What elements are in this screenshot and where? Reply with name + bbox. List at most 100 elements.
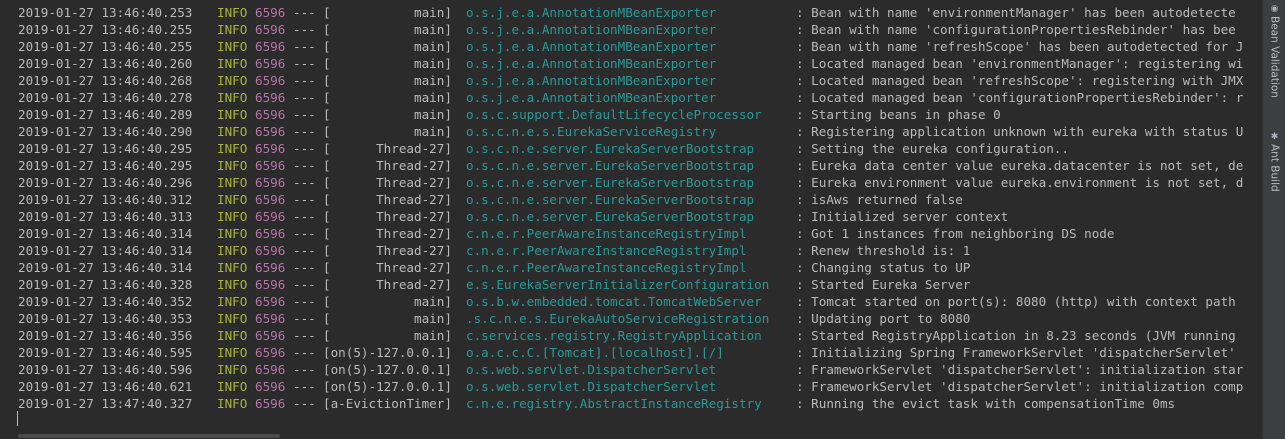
log-logger: c.n.e.r.PeerAwareInstanceRegistryImpl: [466, 243, 747, 258]
right-tool-window-bar: ◉ Bean Validation ✱ Ant Build: [1262, 0, 1285, 439]
tab-bean-validation[interactable]: ◉ Bean Validation: [1266, 4, 1283, 98]
log-thread: [ Thread-27]: [323, 243, 452, 258]
log-logger: o.s.web.servlet.DispatcherServlet: [466, 379, 717, 394]
log-pid: 6596: [255, 379, 286, 394]
log-separator: ---: [293, 226, 316, 241]
log-pid: 6596: [255, 260, 286, 275]
log-message: : Bean with name 'refreshScope' has been…: [796, 39, 1244, 54]
log-logger: o.s.c.support.DefaultLifecycleProcessor: [466, 107, 762, 122]
log-logger: c.n.e.registry.AbstractInstanceRegistry: [466, 396, 762, 411]
log-separator: ---: [293, 311, 316, 326]
log-message: : Registering application unknown with e…: [796, 124, 1244, 139]
log-timestamp: 2019-01-27 13:46:40.314: [18, 260, 193, 275]
log-message: : Starting beans in phase 0: [796, 107, 1001, 122]
log-level: INFO: [217, 260, 248, 275]
log-thread: [ Thread-27]: [323, 260, 452, 275]
horizontal-scrollbar[interactable]: [0, 431, 1262, 439]
log-message: : Eureka data center value eureka.datace…: [796, 158, 1244, 173]
log-level: INFO: [217, 56, 248, 71]
tab-label: Bean Validation: [1268, 16, 1281, 98]
log-level: INFO: [217, 141, 248, 156]
log-timestamp: 2019-01-27 13:46:40.596: [18, 362, 193, 377]
log-level: INFO: [217, 379, 248, 394]
log-thread: [ Thread-27]: [323, 277, 452, 292]
log-message: : FrameworkServlet 'dispatcherServlet': …: [796, 362, 1244, 377]
log-timestamp: 2019-01-27 13:46:40.353: [18, 311, 193, 326]
log-message: : Eureka environment value eureka.enviro…: [796, 175, 1244, 190]
log-level: INFO: [217, 124, 248, 139]
log-thread: [ Thread-27]: [323, 141, 452, 156]
log-thread: [on(5)-127.0.0.1]: [323, 379, 452, 394]
log-logger: c.services.registry.RegistryApplication: [466, 328, 762, 343]
log-line: 2019-01-27 13:46:40.314 INFO 6596 --- [ Thre…: [18, 225, 1262, 242]
log-thread: [ main]: [323, 107, 452, 122]
log-timestamp: 2019-01-27 13:46:40.621: [18, 379, 193, 394]
log-separator: ---: [293, 158, 316, 173]
log-line: 2019-01-27 13:46:40.314 INFO 6596 --- [ Thre…: [18, 242, 1262, 259]
log-logger: o.s.c.n.e.s.EurekaServiceRegistry: [466, 124, 717, 139]
log-line: 2019-01-27 13:46:40.314 INFO 6596 --- [ Thre…: [18, 259, 1262, 276]
log-logger: o.s.j.e.a.AnnotationMBeanExporter: [466, 5, 717, 20]
log-logger: c.n.e.r.PeerAwareInstanceRegistryImpl: [466, 226, 747, 241]
log-pid: 6596: [255, 22, 286, 37]
log-level: INFO: [217, 107, 248, 122]
log-line: 2019-01-27 13:46:40.356 INFO 6596 --- [ main…: [18, 327, 1262, 344]
log-pid: 6596: [255, 107, 286, 122]
log-line: 2019-01-27 13:46:40.621 INFO 6596 --- [on(5)…: [18, 378, 1262, 395]
log-message: : Started Eureka Server: [796, 277, 971, 292]
log-timestamp: 2019-01-27 13:46:40.253: [18, 5, 193, 20]
log-timestamp: 2019-01-27 13:46:40.296: [18, 175, 193, 190]
log-pid: 6596: [255, 209, 286, 224]
run-console[interactable]: 2019-01-27 13:46:40.253 INFO 6596 --- [ main…: [0, 0, 1262, 439]
log-timestamp: 2019-01-27 13:46:40.356: [18, 328, 193, 343]
log-logger: o.s.c.n.e.server.EurekaServerBootstrap: [466, 175, 755, 190]
log-pid: 6596: [255, 39, 286, 54]
log-line: 2019-01-27 13:46:40.312 INFO 6596 --- [ Thre…: [18, 191, 1262, 208]
log-pid: 6596: [255, 158, 286, 173]
ant-build-icon: ✱: [1269, 132, 1280, 142]
log-pid: 6596: [255, 56, 286, 71]
log-message: : Bean with name 'configurationPropertie…: [796, 22, 1236, 37]
log-line: 2019-01-27 13:46:40.595 INFO 6596 --- [on(5)…: [18, 344, 1262, 361]
log-separator: ---: [293, 124, 316, 139]
log-timestamp: 2019-01-27 13:46:40.289: [18, 107, 193, 122]
log-line: 2019-01-27 13:46:40.295 INFO 6596 --- [ Thre…: [18, 140, 1262, 157]
log-separator: ---: [293, 107, 316, 122]
log-pid: 6596: [255, 328, 286, 343]
log-pid: 6596: [255, 226, 286, 241]
log-pid: 6596: [255, 277, 286, 292]
log-timestamp: 2019-01-27 13:46:40.255: [18, 39, 193, 54]
log-message: : Initializing Spring FrameworkServlet '…: [796, 345, 1236, 360]
log-level: INFO: [217, 39, 248, 54]
log-timestamp: 2019-01-27 13:46:40.260: [18, 56, 193, 71]
log-logger: o.s.web.servlet.DispatcherServlet: [466, 362, 717, 377]
log-separator: ---: [293, 141, 316, 156]
log-thread: [ main]: [323, 311, 452, 326]
log-logger: o.s.c.n.e.server.EurekaServerBootstrap: [466, 141, 755, 156]
log-level: INFO: [217, 209, 248, 224]
log-timestamp: 2019-01-27 13:46:40.314: [18, 226, 193, 241]
tab-ant-build[interactable]: ✱ Ant Build: [1266, 132, 1283, 192]
log-separator: ---: [293, 277, 316, 292]
log-level: INFO: [217, 73, 248, 88]
log-thread: [ main]: [323, 294, 452, 309]
log-pid: 6596: [255, 243, 286, 258]
log-level: INFO: [217, 345, 248, 360]
scrollbar-thumb[interactable]: [18, 434, 280, 438]
log-level: INFO: [217, 328, 248, 343]
log-thread: [ main]: [323, 90, 452, 105]
log-thread: [ Thread-27]: [323, 175, 452, 190]
log-message: : isAws returned false: [796, 192, 963, 207]
log-message: : Updating port to 8080: [796, 311, 971, 326]
log-logger: o.s.j.e.a.AnnotationMBeanExporter: [466, 39, 717, 54]
log-level: INFO: [217, 175, 248, 190]
log-logger: o.s.j.e.a.AnnotationMBeanExporter: [466, 73, 717, 88]
log-timestamp: 2019-01-27 13:46:40.295: [18, 158, 193, 173]
log-message: : Initialized server context: [796, 209, 1009, 224]
log-level: INFO: [217, 5, 248, 20]
log-line: 2019-01-27 13:46:40.295 INFO 6596 --- [ Thre…: [18, 157, 1262, 174]
log-message: : Setting the eureka configuration..: [796, 141, 1069, 156]
log-line: 2019-01-27 13:46:40.352 INFO 6596 --- [ main…: [18, 293, 1262, 310]
log-separator: ---: [293, 396, 316, 411]
log-level: INFO: [217, 192, 248, 207]
